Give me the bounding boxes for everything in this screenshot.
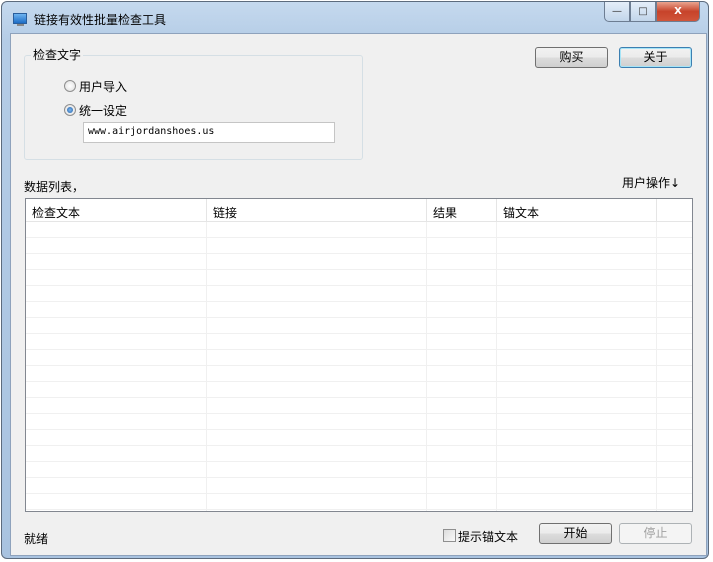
about-button[interactable]: 关于 xyxy=(619,47,692,68)
group-legend: 检查文字 xyxy=(31,46,84,63)
maximize-button[interactable]: □ xyxy=(630,2,656,22)
table-body xyxy=(26,222,692,511)
start-button[interactable]: 开始 xyxy=(539,523,612,544)
radio-user-import-label[interactable]: 用户导入 xyxy=(79,78,127,95)
radio-uniform-setting[interactable] xyxy=(64,104,76,116)
column-result[interactable]: 结果 xyxy=(427,199,497,222)
buy-button[interactable]: 购买 xyxy=(535,47,608,68)
show-anchor-label[interactable]: 提示锚文本 xyxy=(458,528,518,545)
client-area: 检查文字 用户导入 统一设定 www.airjordanshoes.us 购买 … xyxy=(10,33,707,556)
close-button[interactable]: X xyxy=(656,2,700,22)
column-check-text[interactable]: 检查文本 xyxy=(26,199,207,222)
stop-button: 停止 xyxy=(619,523,692,544)
data-list-label: 数据列表， xyxy=(24,180,85,194)
column-extra[interactable] xyxy=(657,199,692,222)
user-operations-menu[interactable]: 用户操作↓ xyxy=(622,174,680,191)
table-header: 检查文本 链接 结果 锚文本 xyxy=(26,199,692,222)
app-icon xyxy=(13,13,27,26)
show-anchor-checkbox[interactable] xyxy=(443,529,456,542)
window-title: 链接有效性批量检查工具 xyxy=(34,13,167,27)
column-link[interactable]: 链接 xyxy=(207,199,427,222)
status-text: 就绪 xyxy=(24,532,49,546)
radio-user-import[interactable] xyxy=(64,80,76,92)
minimize-button[interactable]: — xyxy=(604,2,630,22)
radio-uniform-setting-label[interactable]: 统一设定 xyxy=(79,102,127,119)
app-window: 链接有效性批量检查工具 — □ X 检查文字 用户导入 统一设定 www.air… xyxy=(1,1,709,559)
url-input[interactable]: www.airjordanshoes.us xyxy=(83,122,335,143)
column-anchor-text[interactable]: 锚文本 xyxy=(497,199,657,222)
data-table[interactable]: 检查文本 链接 结果 锚文本 xyxy=(25,198,693,512)
